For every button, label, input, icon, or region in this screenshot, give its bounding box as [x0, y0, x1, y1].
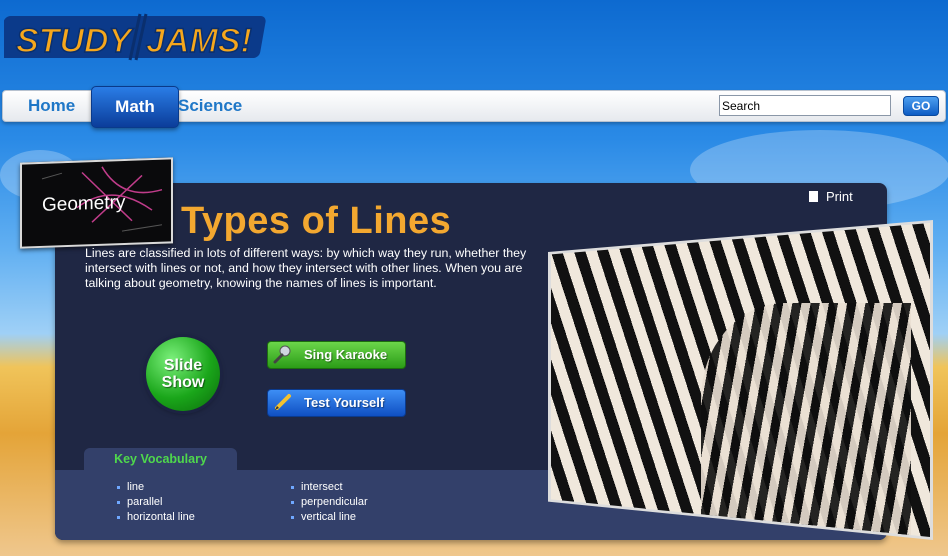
vocab-term[interactable]: parallel: [117, 495, 195, 510]
vocab-column-1: line parallel horizontal line: [117, 480, 195, 525]
vocab-term[interactable]: line: [117, 480, 195, 495]
test-yourself-label: Test Yourself: [304, 395, 385, 410]
slide-show-label-1: Slide: [163, 357, 203, 374]
print-button[interactable]: Print: [809, 189, 853, 204]
sing-karaoke-label: Sing Karaoke: [304, 347, 388, 362]
print-document-icon: [809, 191, 818, 202]
vocab-term[interactable]: intersect: [291, 480, 368, 495]
vocab-term[interactable]: vertical line: [291, 510, 368, 525]
page-title: Types of Lines: [181, 200, 452, 242]
intro-text: Lines are classified in lots of differen…: [85, 246, 527, 290]
vocab-term[interactable]: perpendicular: [291, 495, 368, 510]
pencil-icon: [275, 394, 291, 410]
main-nav-bar: Home Math Science GO: [2, 86, 946, 128]
print-label: Print: [826, 189, 853, 204]
sing-karaoke-button[interactable]: Sing Karaoke: [267, 341, 406, 369]
zebra-stripes-image: [551, 223, 930, 537]
vocab-term[interactable]: horizontal line: [117, 510, 195, 525]
search-input[interactable]: [719, 95, 891, 116]
slide-show-button[interactable]: Slide Show: [146, 337, 220, 411]
geometry-topic-thumbnail[interactable]: Geometry: [20, 157, 173, 249]
slide-show-label-2: Show: [161, 374, 205, 391]
microphone-icon: [273, 345, 291, 364]
nav-science[interactable]: Science: [178, 93, 242, 119]
go-button[interactable]: GO: [903, 96, 939, 116]
svg-text:JAMS!: JAMS!: [146, 22, 252, 60]
zebra-photo: [548, 220, 933, 540]
key-vocabulary-tab[interactable]: Key Vocabulary: [84, 448, 237, 471]
geometry-label: Geometry: [42, 191, 126, 216]
study-jams-logo[interactable]: STUDY JAMS!: [4, 8, 270, 64]
nav-home[interactable]: Home: [28, 93, 75, 119]
svg-text:STUDY: STUDY: [16, 22, 135, 60]
test-yourself-button[interactable]: Test Yourself: [267, 389, 406, 417]
nav-math[interactable]: Math: [91, 86, 179, 128]
vocab-column-2: intersect perpendicular vertical line: [291, 480, 368, 525]
